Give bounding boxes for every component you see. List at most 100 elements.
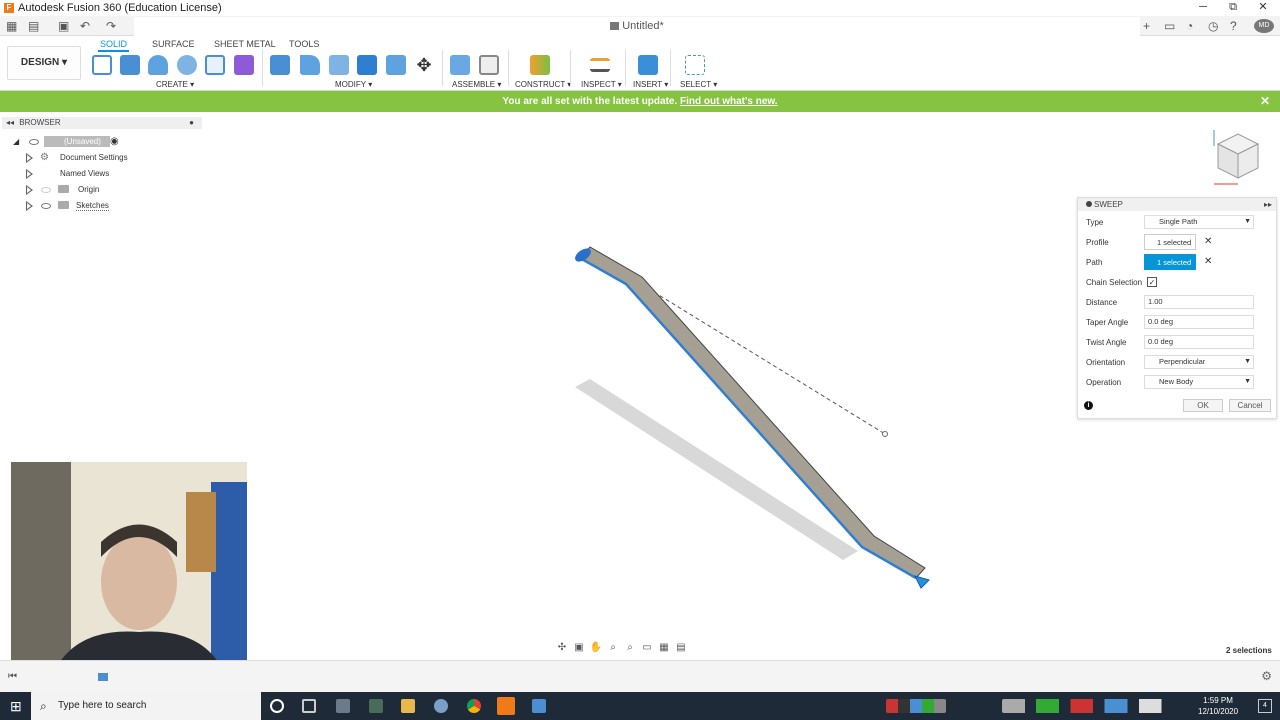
tab-tools[interactable]: TOOLS <box>289 39 319 49</box>
new-component-icon[interactable] <box>450 55 470 75</box>
modify-menu[interactable]: MODIFY ▾ <box>335 80 372 89</box>
taskbar-clock[interactable]: 1:59 PM 12/10/2020 <box>1198 695 1238 717</box>
measure-icon[interactable] <box>590 58 610 72</box>
timeline-start-icon[interactable]: ⏮ <box>8 671 17 682</box>
browser-item-origin[interactable]: Origin <box>78 185 99 194</box>
notification-area-icons[interactable] <box>1002 699 1192 713</box>
view-cube[interactable] <box>1212 128 1260 186</box>
fillet-icon[interactable] <box>300 55 320 75</box>
document-tab[interactable]: Untitled* <box>134 17 1140 36</box>
task-view-icon[interactable] <box>302 699 316 713</box>
combine-icon[interactable] <box>357 55 377 75</box>
clear-path-icon[interactable]: ✕ <box>1204 256 1212 267</box>
pattern-icon[interactable] <box>205 55 225 75</box>
snipping-tool-icon[interactable] <box>369 699 383 713</box>
chain-selection-checkbox[interactable]: ✓ <box>1147 277 1157 287</box>
undo-icon[interactable]: ↶ <box>80 19 90 33</box>
viewports-icon[interactable]: ▤ <box>674 642 688 654</box>
redo-icon[interactable]: ↷ <box>106 19 116 33</box>
revolve-icon[interactable] <box>148 55 168 75</box>
close-banner-icon[interactable]: ✕ <box>1260 91 1270 112</box>
info-icon[interactable]: i <box>1084 401 1093 410</box>
job-status-icon[interactable]: ◔ <box>1186 19 1193 33</box>
insert-image-icon[interactable] <box>638 55 658 75</box>
clock-icon[interactable]: ◷ <box>1208 19 1218 33</box>
file-menu-icon[interactable]: ▤ <box>28 19 39 33</box>
create-menu[interactable]: CREATE ▾ <box>156 80 194 89</box>
hole-icon[interactable] <box>177 55 197 75</box>
clear-profile-icon[interactable]: ✕ <box>1204 236 1212 247</box>
activate-component-icon[interactable]: ◉ <box>110 136 119 147</box>
file-explorer-icon[interactable] <box>401 699 415 713</box>
hidden-eye-icon[interactable] <box>41 187 51 193</box>
calculator-icon[interactable] <box>336 699 350 713</box>
pin-browser-icon[interactable]: ● <box>189 117 194 129</box>
construct-menu[interactable]: CONSTRUCT ▾ <box>515 80 571 89</box>
windows-start-icon[interactable]: ⊞ <box>10 698 22 715</box>
orbit-icon[interactable]: ✣ <box>555 642 569 654</box>
create-form-icon[interactable] <box>234 55 254 75</box>
cancel-button[interactable]: Cancel <box>1229 399 1271 412</box>
path-selection-button[interactable]: 1 selected <box>1144 254 1196 270</box>
select-window-icon[interactable] <box>685 55 705 75</box>
pan-icon[interactable]: ✋ <box>589 642 603 654</box>
expand-dialog-icon[interactable]: ▸▸ <box>1264 198 1272 211</box>
shell-icon[interactable] <box>386 55 406 75</box>
orientation-select[interactable]: Perpendicular ▼ <box>1144 355 1254 369</box>
app-taskbar-icon[interactable] <box>532 699 546 713</box>
expand-sketches-icon[interactable] <box>26 201 33 211</box>
create-sketch-icon[interactable] <box>92 55 112 75</box>
display-settings-icon[interactable]: ▭ <box>640 642 654 654</box>
move-copy-icon[interactable]: ✥ <box>414 55 434 75</box>
assemble-menu[interactable]: ASSEMBLE ▾ <box>452 80 501 89</box>
collapse-browser-icon[interactable]: ◂◂ <box>6 118 14 127</box>
browser-item-sketches[interactable]: Sketches <box>76 201 109 211</box>
look-at-icon[interactable]: ▣ <box>572 642 586 654</box>
browser-panel-header[interactable]: ◂◂ BROWSER ● <box>2 117 202 129</box>
chamfer-icon[interactable] <box>329 55 349 75</box>
visibility-eye-icon[interactable] <box>41 203 51 209</box>
workspace-switcher[interactable]: DESIGN ▾ <box>7 46 81 80</box>
insert-menu[interactable]: INSERT ▾ <box>633 80 668 89</box>
joint-icon[interactable] <box>479 55 499 75</box>
save-icon[interactable]: ▣ <box>58 19 69 33</box>
new-tab-icon[interactable]: + <box>1143 19 1150 33</box>
cortana-icon[interactable] <box>270 699 284 713</box>
timeline-sketch-marker[interactable] <box>98 673 108 681</box>
expand-origin-icon[interactable] <box>26 185 33 195</box>
browser-item-document-settings[interactable]: Document Settings <box>60 153 128 162</box>
tab-surface[interactable]: SURFACE <box>152 39 195 49</box>
taper-angle-input[interactable]: 0.0 deg <box>1144 315 1254 329</box>
visibility-eye-icon[interactable] <box>29 139 39 145</box>
close-window-button[interactable]: ✕ <box>1248 0 1278 16</box>
fusion-taskbar-icon[interactable] <box>497 697 515 715</box>
settings-gear-icon[interactable]: ⚙ <box>1261 669 1272 683</box>
inspect-menu[interactable]: INSPECT ▾ <box>581 80 622 89</box>
grid-settings-icon[interactable]: ▦ <box>657 642 671 654</box>
browser-item-named-views[interactable]: Named Views <box>60 169 109 178</box>
distance-input[interactable]: 1.00 <box>1144 295 1254 309</box>
type-select[interactable]: Single Path ▼ <box>1144 215 1254 229</box>
expand-named-views-icon[interactable] <box>26 169 33 179</box>
tab-sheet-metal[interactable]: SHEET METAL <box>214 39 276 49</box>
browser-root-item[interactable]: (Unsaved) <box>44 136 110 147</box>
select-menu[interactable]: SELECT ▾ <box>680 80 717 89</box>
whats-new-link[interactable]: Find out what's new. <box>680 96 778 107</box>
minimize-button[interactable]: ─ <box>1188 0 1218 16</box>
expand-root-icon[interactable]: ◢ <box>13 137 19 146</box>
fit-icon[interactable]: ⌕ <box>623 642 637 654</box>
chrome-icon[interactable] <box>467 699 481 713</box>
user-avatar[interactable]: MD <box>1254 19 1274 33</box>
taskbar-search[interactable]: ⌕ Type here to search <box>31 692 261 720</box>
operation-select[interactable]: New Body ▼ <box>1144 375 1254 389</box>
construct-plane-icon[interactable] <box>530 55 550 75</box>
system-tray-icons[interactable] <box>886 699 946 713</box>
extrude-icon[interactable] <box>120 55 140 75</box>
profile-selection-button[interactable]: 1 selected <box>1144 234 1196 250</box>
notifications-icon[interactable]: ▭ <box>1164 19 1175 33</box>
action-center-icon[interactable]: 4 <box>1258 699 1272 713</box>
tab-solid[interactable]: SOLID <box>97 39 130 52</box>
twist-angle-input[interactable]: 0.0 deg <box>1144 335 1254 349</box>
zoom-icon[interactable]: ⌕ <box>606 642 620 654</box>
apps-grid-icon[interactable]: ▦ <box>6 19 17 33</box>
